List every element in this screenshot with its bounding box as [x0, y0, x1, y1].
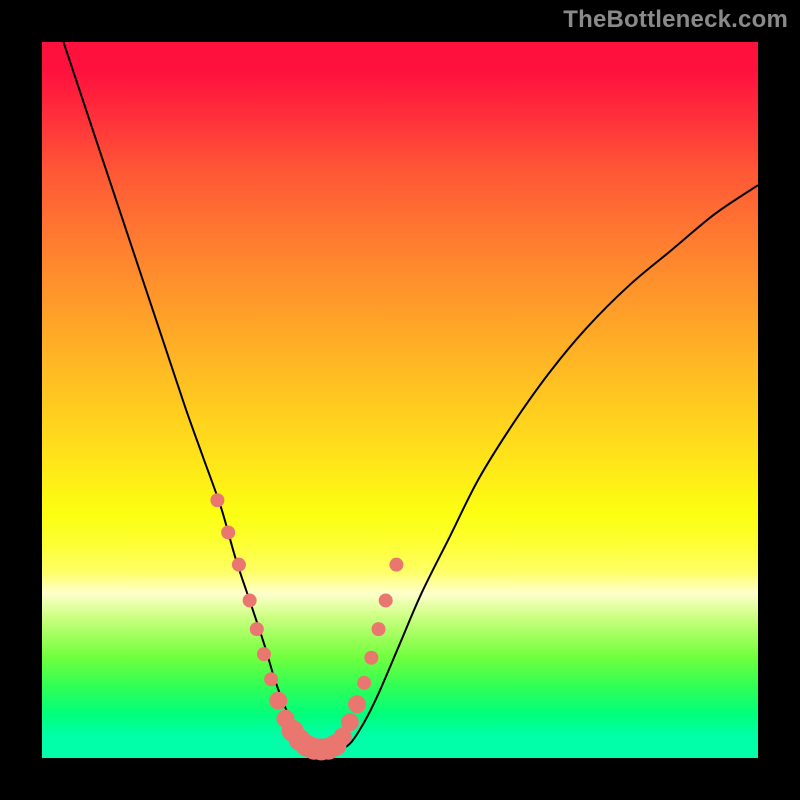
- highlighted-dot: [348, 695, 366, 713]
- highlighted-dot: [389, 558, 403, 572]
- highlighted-dots-group: [210, 493, 403, 760]
- highlighted-dot: [341, 713, 359, 731]
- highlighted-dot: [232, 558, 246, 572]
- highlighted-dot: [250, 622, 264, 636]
- highlighted-dot: [379, 593, 393, 607]
- highlighted-dot: [210, 493, 224, 507]
- highlighted-dot: [269, 692, 287, 710]
- highlighted-dot: [372, 622, 386, 636]
- highlighted-dot: [243, 593, 257, 607]
- watermark-text: TheBottleneck.com: [563, 6, 788, 34]
- highlighted-dot: [257, 647, 271, 661]
- bottleneck-curve: [63, 42, 758, 752]
- highlighted-dot: [364, 651, 378, 665]
- highlighted-dot: [264, 672, 278, 686]
- highlighted-dot: [357, 676, 371, 690]
- chart-container: TheBottleneck.com: [0, 0, 800, 800]
- curve-svg-layer: [42, 42, 758, 758]
- highlighted-dot: [221, 525, 235, 539]
